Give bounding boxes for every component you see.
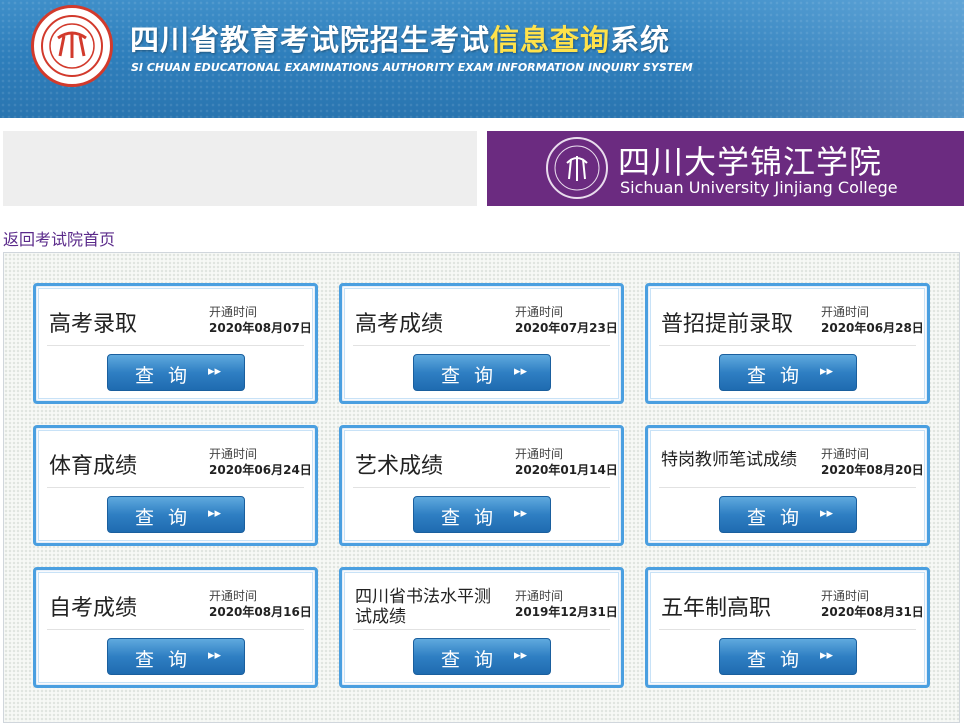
double-chevron-right-icon: ▸▸ [514, 506, 528, 521]
open-time-date: 2020年08月20日 [821, 463, 924, 477]
open-time-date: 2020年06月24日 [209, 463, 312, 477]
query-button-label: 查询 [135, 365, 202, 387]
query-button[interactable]: 查询 ▸▸ [413, 638, 551, 675]
query-button[interactable]: 查询 ▸▸ [719, 354, 857, 391]
college-emblem-icon [546, 137, 608, 199]
query-button[interactable]: 查询 ▸▸ [413, 496, 551, 533]
double-chevron-right-icon: ▸▸ [514, 364, 528, 379]
open-time-date: 2020年08月07日 [209, 321, 312, 335]
card-divider [353, 345, 610, 346]
query-button-label: 查询 [747, 649, 814, 671]
card-title: 自考成绩 [49, 596, 138, 621]
open-time-label: 开通时间 [821, 447, 870, 461]
card-title: 高考录取 [49, 312, 138, 337]
open-time-date: 2020年07月23日 [515, 321, 618, 335]
college-name-en: Sichuan University Jinjiang College [620, 178, 898, 197]
query-panel: 高考录取 开通时间 2020年08月07日 查询 ▸▸ 高考成绩 开通时间 20… [3, 252, 960, 723]
sceea-seal-logo-icon [31, 5, 113, 87]
open-time-label: 开通时间 [821, 305, 870, 319]
query-button[interactable]: 查询 ▸▸ [107, 354, 245, 391]
open-time-label: 开通时间 [209, 447, 258, 461]
back-to-home-link[interactable]: 返回考试院首页 [3, 226, 115, 250]
query-button-label: 查询 [441, 649, 508, 671]
card-title: 四川省书法水平测试成绩 [355, 587, 491, 627]
college-name-cn: 四川大学锦江学院 [618, 143, 883, 181]
open-time-date: 2020年06月28日 [821, 321, 924, 335]
open-time-label: 开通时间 [515, 589, 564, 603]
card-divider [659, 487, 916, 488]
site-title: 四川省教育考试院招生考试信息查询系统 [130, 17, 670, 59]
double-chevron-right-icon: ▸▸ [820, 648, 834, 663]
query-card-sports-score: 体育成绩 开通时间 2020年06月24日 查询 ▸▸ [33, 425, 318, 546]
query-card-gaokao-score: 高考成绩 开通时间 2020年07月23日 查询 ▸▸ [339, 283, 624, 404]
query-button-label: 查询 [747, 365, 814, 387]
open-time-date: 2020年08月31日 [821, 605, 924, 619]
double-chevron-right-icon: ▸▸ [514, 648, 528, 663]
double-chevron-right-icon: ▸▸ [208, 364, 222, 379]
query-card-self-study-score: 自考成绩 开通时间 2020年08月16日 查询 ▸▸ [33, 567, 318, 688]
query-button-label: 查询 [135, 507, 202, 529]
open-time-label: 开通时间 [515, 447, 564, 461]
query-button[interactable]: 查询 ▸▸ [719, 638, 857, 675]
site-title-highlight: 信息查询 [490, 23, 611, 57]
open-time-label: 开通时间 [821, 589, 870, 603]
open-time-date: 2020年01月14日 [515, 463, 618, 477]
query-card-special-teacher-exam: 特岗教师笔试成绩 开通时间 2020年08月20日 查询 ▸▸ [645, 425, 930, 546]
site-subtitle-en: SI CHUAN EDUCATIONAL EXAMINATIONS AUTHOR… [131, 61, 693, 74]
query-button-label: 查询 [135, 649, 202, 671]
double-chevron-right-icon: ▸▸ [820, 506, 834, 521]
card-title: 五年制高职 [661, 596, 772, 621]
query-card-art-score: 艺术成绩 开通时间 2020年01月14日 查询 ▸▸ [339, 425, 624, 546]
query-button-label: 查询 [441, 507, 508, 529]
card-title: 艺术成绩 [355, 454, 444, 479]
card-title: 普招提前录取 [661, 312, 794, 337]
card-divider [47, 487, 304, 488]
site-title-end: 系统 [610, 23, 671, 57]
query-button[interactable]: 查询 ▸▸ [719, 496, 857, 533]
header-separator [0, 118, 964, 130]
open-time-date: 2019年12月31日 [515, 605, 618, 619]
query-card-calligraphy-test: 四川省书法水平测试成绩 开通时间 2019年12月31日 查询 ▸▸ [339, 567, 624, 688]
query-card-gaokao-admission: 高考录取 开通时间 2020年08月07日 查询 ▸▸ [33, 283, 318, 404]
query-button[interactable]: 查询 ▸▸ [107, 496, 245, 533]
query-button-label: 查询 [747, 507, 814, 529]
query-button[interactable]: 查询 ▸▸ [107, 638, 245, 675]
double-chevron-right-icon: ▸▸ [208, 506, 222, 521]
card-divider [659, 345, 916, 346]
query-button[interactable]: 查询 ▸▸ [413, 354, 551, 391]
open-time-label: 开通时间 [515, 305, 564, 319]
card-divider [353, 629, 610, 630]
card-divider [47, 629, 304, 630]
header-fade [664, 0, 964, 118]
blank-banner-area [3, 131, 477, 206]
query-card-early-admission: 普招提前录取 开通时间 2020年06月28日 查询 ▸▸ [645, 283, 930, 404]
card-divider [659, 629, 916, 630]
open-time-date: 2020年08月16日 [209, 605, 312, 619]
query-button-label: 查询 [441, 365, 508, 387]
card-title: 特岗教师笔试成绩 [661, 450, 797, 470]
query-card-five-year-vocational: 五年制高职 开通时间 2020年08月31日 查询 ▸▸ [645, 567, 930, 688]
card-title: 体育成绩 [49, 454, 138, 479]
card-divider [47, 345, 304, 346]
site-header: 四川省教育考试院招生考试信息查询系统 SI CHUAN EDUCATIONAL … [0, 0, 964, 118]
open-time-label: 开通时间 [209, 305, 258, 319]
card-divider [353, 487, 610, 488]
card-title: 高考成绩 [355, 312, 444, 337]
college-banner: 四川大学锦江学院 Sichuan University Jinjiang Col… [487, 131, 964, 206]
double-chevron-right-icon: ▸▸ [208, 648, 222, 663]
open-time-label: 开通时间 [209, 589, 258, 603]
site-title-main: 四川省教育考试院招生考试 [130, 23, 491, 57]
double-chevron-right-icon: ▸▸ [820, 364, 834, 379]
